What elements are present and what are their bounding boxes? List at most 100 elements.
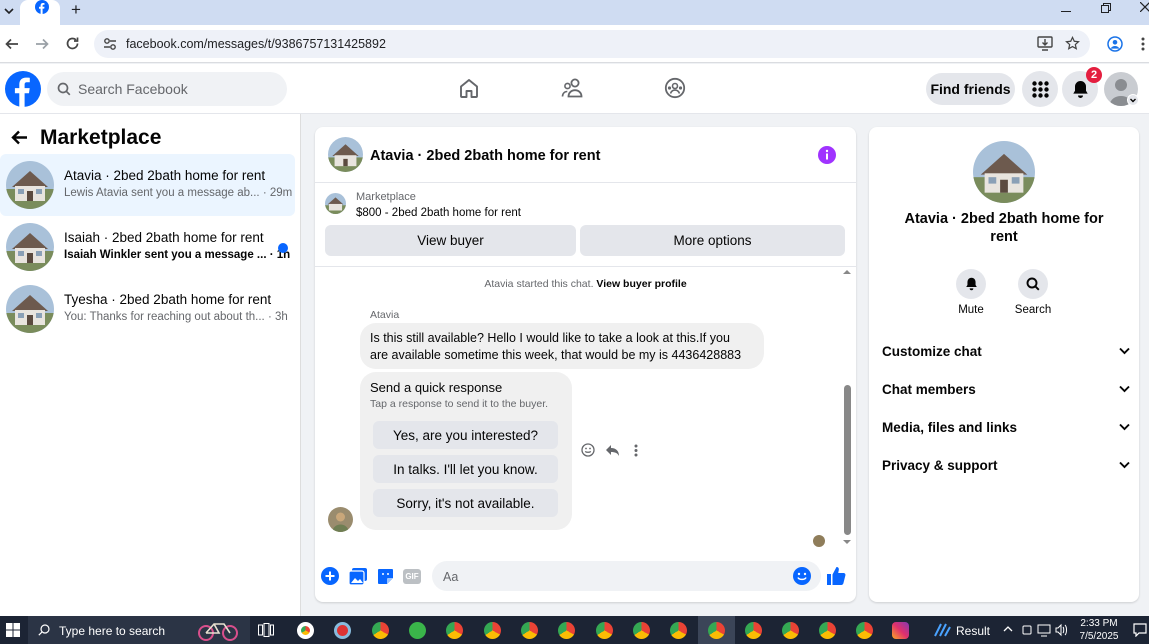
conversation-title: Isaiah · 2bed 2bath home for rent: [64, 230, 264, 245]
chrome-app-icon[interactable]: [484, 622, 501, 639]
chrome-app-icon[interactable]: [819, 622, 836, 639]
info-icon[interactable]: [818, 146, 836, 164]
sticker-icon[interactable]: [377, 568, 394, 585]
photo-icon[interactable]: [349, 568, 367, 585]
home-icon[interactable]: [458, 77, 480, 99]
sender-avatar[interactable]: [328, 507, 353, 532]
privacy-support-row[interactable]: Privacy & support: [882, 450, 1130, 480]
scrollbar-thumb[interactable]: [844, 385, 851, 535]
menu-grid-button[interactable]: [1022, 71, 1058, 107]
forward-arrow-icon[interactable]: [35, 37, 49, 51]
unread-dot: [278, 243, 288, 253]
more-options-button[interactable]: More options: [580, 225, 845, 256]
header-divider: [315, 182, 856, 183]
app-icon[interactable]: [334, 622, 351, 639]
browser-menu-icon[interactable]: [1141, 37, 1145, 51]
friends-icon[interactable]: [561, 77, 585, 99]
conversations-panel: Marketplace Atavia · 2bed 2bath home for…: [0, 114, 301, 616]
quick-response-in-talks-button[interactable]: In talks. I'll let you know.: [373, 455, 558, 483]
chat-members-row[interactable]: Chat members: [882, 374, 1130, 404]
chrome-app-icon[interactable]: [633, 622, 650, 639]
clock-time[interactable]: 2:33 PM: [1074, 618, 1124, 629]
weather-text[interactable]: Result: [956, 624, 990, 638]
scroll-down-arrow-icon[interactable]: [843, 538, 851, 546]
conversation-snippet: You: Thanks for reaching out about th...…: [64, 311, 288, 323]
emoji-icon[interactable]: [793, 567, 811, 585]
tray-chevron-icon[interactable]: [1003, 625, 1013, 633]
chat-title[interactable]: Atavia · 2bed 2bath home for rent: [370, 148, 600, 164]
gif-icon[interactable]: GIF: [403, 569, 421, 584]
chrome-app-icon[interactable]: [521, 622, 538, 639]
conversation-item[interactable]: Isaiah · 2bed 2bath home for rent Isaiah…: [0, 216, 295, 278]
chat-header-avatar[interactable]: [328, 137, 363, 172]
search-icon: [38, 624, 50, 636]
chat-info-avatar[interactable]: [973, 141, 1035, 203]
chevron-down-icon: [1119, 423, 1130, 431]
listing-thumbnail: [6, 285, 54, 333]
find-friends-button[interactable]: Find friends: [926, 73, 1015, 105]
chrome-app-icon[interactable]: [446, 622, 463, 639]
chrome-app-icon[interactable]: [708, 622, 725, 639]
chrome-app-icon[interactable]: [670, 622, 687, 639]
customize-chat-row[interactable]: Customize chat: [882, 336, 1130, 366]
add-plus-icon[interactable]: [321, 567, 339, 585]
chrome-app-icon[interactable]: [297, 622, 314, 639]
conversation-item[interactable]: Tyesha · 2bed 2bath home for rent You: T…: [0, 278, 295, 340]
back-arrow-icon[interactable]: [5, 37, 19, 51]
bookmark-star-icon[interactable]: [1065, 36, 1080, 51]
mute-button[interactable]: [956, 269, 986, 299]
message-input[interactable]: Aa: [432, 561, 821, 591]
scroll-up-arrow-icon[interactable]: [843, 268, 851, 276]
clock-date[interactable]: 7/5/2025: [1074, 631, 1124, 642]
search-in-chat-button[interactable]: [1018, 269, 1048, 299]
task-view-icon[interactable]: [258, 623, 274, 637]
media-files-links-row[interactable]: Media, files and links: [882, 412, 1130, 442]
back-arrow-icon[interactable]: [11, 130, 28, 145]
chrome-app-icon[interactable]: [596, 622, 613, 639]
message-more-icon[interactable]: [634, 444, 638, 457]
conversation-title: Atavia · 2bed 2bath home for rent: [64, 168, 266, 183]
tab-list-chevron-icon[interactable]: [3, 5, 15, 17]
close-window-icon[interactable]: [1140, 2, 1149, 12]
app-icon[interactable]: [409, 622, 426, 639]
listing-thumbnail: [6, 223, 54, 271]
instagram-icon[interactable]: [892, 622, 909, 639]
restore-icon[interactable]: [1101, 3, 1111, 13]
listing-price-title[interactable]: $800 - 2bed 2bath home for rent: [356, 207, 521, 219]
facebook-logo-icon[interactable]: [5, 71, 41, 107]
browser-tab-facebook[interactable]: [20, 0, 60, 25]
new-tab-button[interactable]: +: [71, 0, 81, 20]
like-thumb-icon[interactable]: [827, 566, 846, 585]
bell-icon: [1072, 80, 1089, 99]
chat-panel: Atavia · 2bed 2bath home for rent Market…: [315, 127, 856, 602]
taskbar-search-box[interactable]: Type here to search: [28, 616, 250, 644]
conversation-item[interactable]: Atavia · 2bed 2bath home for rent Lewis …: [0, 154, 295, 216]
react-smiley-icon[interactable]: [581, 443, 595, 457]
quick-response-not-available-button[interactable]: Sorry, it's not available.: [373, 489, 558, 517]
message-text-line: Is this still available? Hello I would l…: [370, 331, 730, 345]
install-app-icon[interactable]: [1037, 36, 1053, 51]
tray-icons[interactable]: [1022, 623, 1070, 637]
view-buyer-button[interactable]: View buyer: [325, 225, 576, 256]
windows-start-icon[interactable]: [6, 623, 20, 637]
quick-response-yes-button[interactable]: Yes, are you interested?: [373, 421, 558, 449]
reload-icon[interactable]: [65, 36, 80, 51]
chrome-app-icon[interactable]: [856, 622, 873, 639]
chrome-app-icon[interactable]: [745, 622, 762, 639]
minimize-icon[interactable]: [1061, 11, 1071, 12]
chevron-down-icon: [1119, 461, 1130, 469]
profile-icon[interactable]: [1107, 36, 1123, 52]
site-settings-icon[interactable]: [103, 37, 117, 51]
conversation-snippet: Isaiah Winkler sent you a message ... · …: [64, 249, 291, 261]
chrome-app-icon[interactable]: [372, 622, 389, 639]
chrome-app-icon[interactable]: [782, 622, 799, 639]
url-text[interactable]: facebook.com/messages/t/9386757131425892: [126, 37, 386, 51]
account-chevron-icon[interactable]: [1127, 94, 1139, 106]
reply-arrow-icon[interactable]: [605, 444, 620, 457]
view-buyer-profile-link[interactable]: View buyer profile: [596, 278, 686, 290]
read-receipt-avatar: [813, 535, 825, 547]
message-bubble[interactable]: Is this still available? Hello I would l…: [360, 323, 764, 369]
groups-icon[interactable]: [664, 77, 686, 99]
chrome-app-icon[interactable]: [558, 622, 575, 639]
notification-center-icon[interactable]: [1133, 623, 1147, 637]
